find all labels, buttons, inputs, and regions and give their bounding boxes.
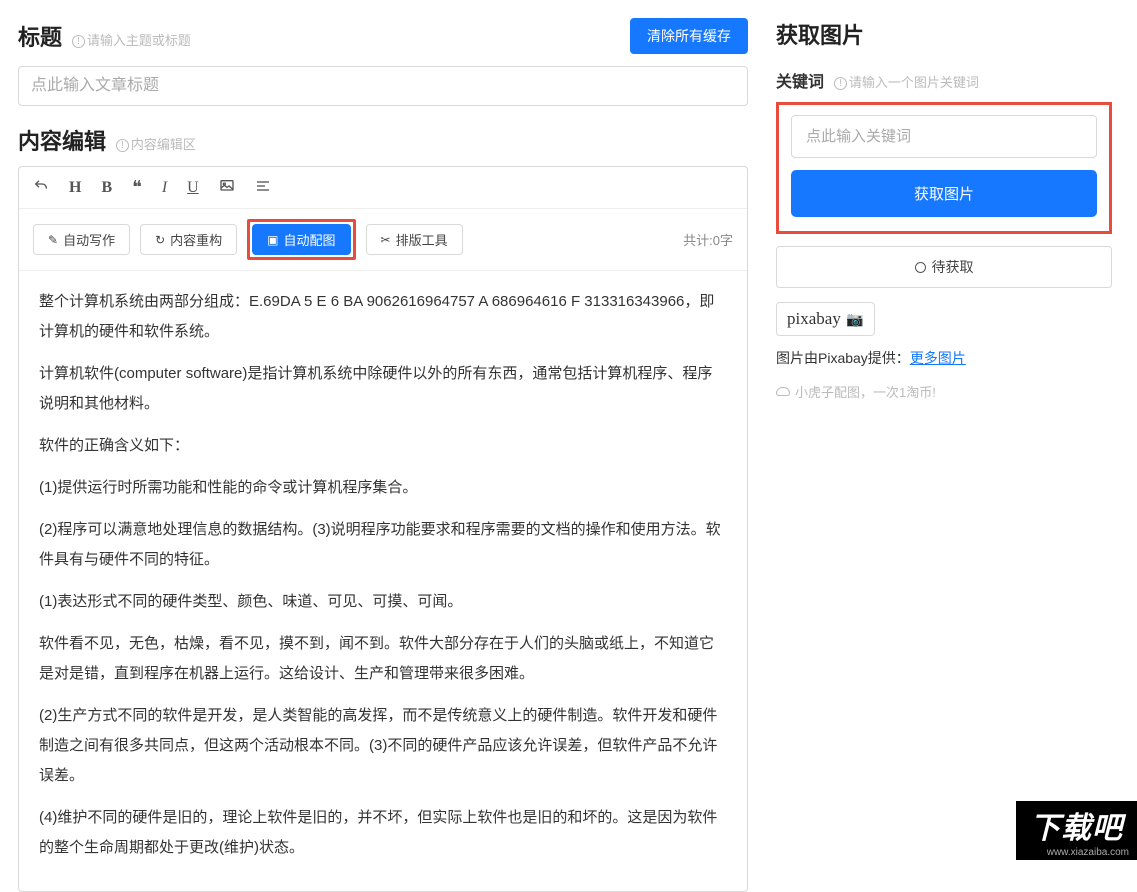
title-hint: !请输入主题或标题 <box>72 33 191 48</box>
info-icon: ! <box>116 139 129 152</box>
content-paragraph: (1)表达形式不同的硬件类型、颜色、味道、可见、可摸、可闻。 <box>39 587 727 617</box>
info-icon: ! <box>834 77 847 90</box>
circle-icon <box>915 262 926 273</box>
content-paragraph: (2)程序可以满意地处理信息的数据结构。(3)说明程序功能要求和程序需要的文档的… <box>39 515 727 575</box>
editor-content[interactable]: 整个计算机系统由两部分组成：E.69DA 5 E 6 BA 9062616964… <box>19 271 747 891</box>
underline-icon[interactable]: U <box>187 179 199 197</box>
watermark-text: 下载吧 <box>1016 801 1137 847</box>
editor-actions: ✎自动写作 ↻内容重构 ▣自动配图 ✂排版工具 共计:0字 <box>19 209 747 271</box>
content-paragraph: 软件的正确含义如下： <box>39 431 727 461</box>
auto-image-button[interactable]: ▣自动配图 <box>252 224 350 255</box>
refresh-icon: ↻ <box>155 233 165 247</box>
layout-tool-button[interactable]: ✂排版工具 <box>366 224 463 255</box>
auto-write-button[interactable]: ✎自动写作 <box>33 224 130 255</box>
align-icon[interactable] <box>255 178 271 197</box>
editor-box: H B ❝ I U ✎自动写作 ↻内容重构 <box>18 166 748 892</box>
content-paragraph: 软件看不见，无色，枯燥，看不见，摸不到，闻不到。软件大部分存在于人们的头脑或纸上… <box>39 629 727 689</box>
content-paragraph: (4)维护不同的硬件是旧的，理论上软件是旧的，并不坏，但实际上软件也是旧的和坏的… <box>39 803 727 863</box>
content-header: 内容编辑 !内容编辑区 <box>18 124 748 156</box>
title-header: 标题 !请输入主题或标题 清除所有缓存 <box>18 18 748 54</box>
content-label: 内容编辑 <box>18 129 106 154</box>
cloud-icon <box>776 387 790 396</box>
content-paragraph: 整个计算机系统由两部分组成：E.69DA 5 E 6 BA 9062616964… <box>39 287 727 347</box>
content-paragraph: (2)生产方式不同的软件是开发，是人类智能的高发挥，而不是传统意义上的硬件制造。… <box>39 701 727 791</box>
title-input[interactable] <box>18 66 748 106</box>
watermark: 下载吧 www.xiazaiba.com <box>1016 801 1137 860</box>
content-hint: !内容编辑区 <box>116 137 196 152</box>
content-paragraph: (1)提供运行时所需功能和性能的命令或计算机程序集合。 <box>39 473 727 503</box>
get-image-button[interactable]: 获取图片 <box>791 170 1097 217</box>
pencil-icon: ✎ <box>48 233 58 247</box>
word-count: 共计:0字 <box>683 230 733 249</box>
restructure-button[interactable]: ↻内容重构 <box>140 224 237 255</box>
more-images-link[interactable]: 更多图片 <box>910 350 966 366</box>
bold-icon[interactable]: B <box>101 179 112 197</box>
get-image-header: 获取图片 <box>776 18 1112 50</box>
keyword-hint: !请输入一个图片关键词 <box>834 75 979 90</box>
keyword-input[interactable] <box>791 115 1097 158</box>
title-label: 标题 <box>18 25 62 50</box>
italic-icon[interactable]: I <box>162 179 167 197</box>
credit-line: 图片由Pixabay提供：更多图片 <box>776 348 1112 368</box>
heading-icon[interactable]: H <box>69 179 81 197</box>
highlight-keyword-area: 获取图片 <box>776 102 1112 234</box>
camera-icon: 📷 <box>843 313 864 328</box>
get-image-title: 获取图片 <box>776 18 864 50</box>
format-toolbar: H B ❝ I U <box>19 167 747 209</box>
pixabay-badge: pixabay 📷 <box>776 302 875 336</box>
tool-icon: ✂ <box>381 233 391 247</box>
pending-button[interactable]: 待获取 <box>776 246 1112 288</box>
highlight-auto-image: ▣自动配图 <box>247 219 355 260</box>
quote-icon[interactable]: ❝ <box>132 177 142 198</box>
image-icon: ▣ <box>267 233 278 247</box>
note-line: 小虎子配图，一次1淘币! <box>776 382 1112 401</box>
watermark-url: www.xiazaiba.com <box>1016 847 1137 860</box>
image-icon[interactable] <box>219 178 235 197</box>
keyword-label: 关键词 <box>776 74 824 91</box>
content-paragraph: 计算机软件(computer software)是指计算机系统中除硬件以外的所有… <box>39 359 727 419</box>
info-icon: ! <box>72 35 85 48</box>
clear-cache-button[interactable]: 清除所有缓存 <box>630 18 748 54</box>
undo-icon[interactable] <box>33 178 49 197</box>
